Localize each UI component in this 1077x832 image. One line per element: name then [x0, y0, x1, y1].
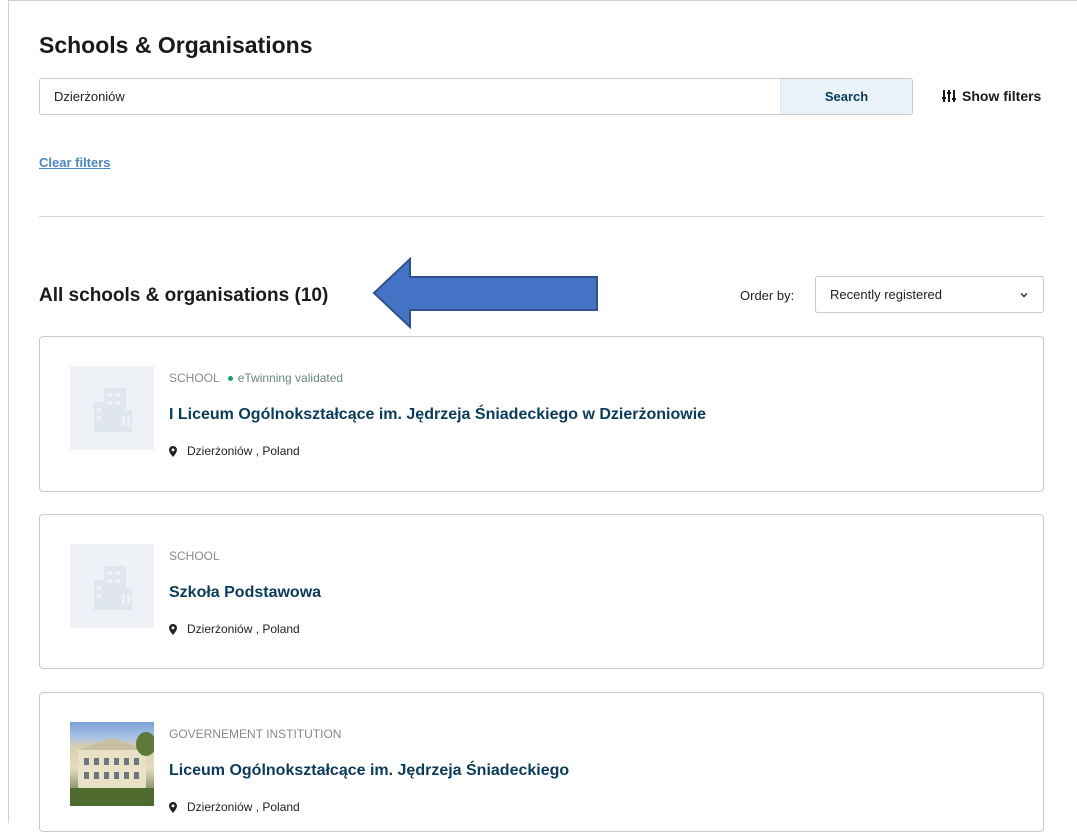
- org-location: Dzierżoniów , Poland: [169, 622, 300, 636]
- result-card: SCHOOL eTwinning validated I Liceum Ogól…: [39, 336, 1044, 492]
- org-type: GOVERNEMENT INSTITUTION: [169, 727, 341, 741]
- validated-dot-icon: [227, 375, 233, 381]
- order-by-select[interactable]: Recently registered: [815, 276, 1044, 313]
- org-type: SCHOOL: [169, 549, 220, 563]
- results-heading: All schools & organisations (10): [39, 285, 329, 306]
- search-button[interactable]: Search: [780, 79, 912, 114]
- org-location-label: Dzierżoniów , Poland: [187, 444, 300, 458]
- org-location: Dzierżoniów , Poland: [169, 800, 300, 814]
- order-by-label: Order by:: [740, 288, 795, 303]
- page-title: Schools & Organisations: [39, 32, 313, 58]
- map-pin-icon: [169, 801, 177, 813]
- search-input[interactable]: [40, 79, 780, 114]
- annotation-arrow-icon: [372, 257, 598, 329]
- validated-label: eTwinning validated: [237, 371, 344, 385]
- org-type-label: GOVERNEMENT INSTITUTION: [169, 727, 342, 741]
- org-name-link[interactable]: I Liceum Ogólnokształcące im. Jędrzeja Ś…: [169, 406, 706, 424]
- order-by-value: Recently registered: [830, 287, 942, 302]
- org-name-link[interactable]: Liceum Ogólnokształcące im. Jędrzeja Śni…: [169, 762, 569, 780]
- org-location-label: Dzierżoniów , Poland: [187, 800, 300, 814]
- building-icon: [70, 544, 154, 628]
- search-bar: Search: [39, 78, 913, 115]
- map-pin-icon: [169, 623, 177, 635]
- divider: [39, 216, 1044, 217]
- org-type-label: SCHOOL: [169, 371, 220, 385]
- result-card: GOVERNEMENT INSTITUTION Liceum Ogólnoksz…: [39, 692, 1044, 832]
- result-card: SCHOOL Szkoła Podstawowa Dzierżoniów , P…: [39, 514, 1044, 669]
- building-icon: [70, 366, 154, 450]
- show-filters-label: Show filters: [962, 88, 1042, 104]
- org-name-link[interactable]: Szkoła Podstawowa: [169, 584, 321, 602]
- map-pin-icon: [169, 445, 177, 457]
- school-photo: [70, 722, 154, 806]
- org-location: Dzierżoniów , Poland: [169, 444, 300, 458]
- chevron-down-icon: [1020, 292, 1028, 298]
- sliders-icon: [942, 90, 956, 102]
- org-location-label: Dzierżoniów , Poland: [187, 622, 300, 636]
- show-filters-button[interactable]: Show filters: [942, 88, 1041, 104]
- org-type: SCHOOL eTwinning validated: [169, 371, 343, 385]
- clear-filters-link[interactable]: Clear filters: [39, 155, 111, 170]
- org-type-label: SCHOOL: [169, 549, 220, 563]
- validated-badge: eTwinning validated: [227, 371, 344, 385]
